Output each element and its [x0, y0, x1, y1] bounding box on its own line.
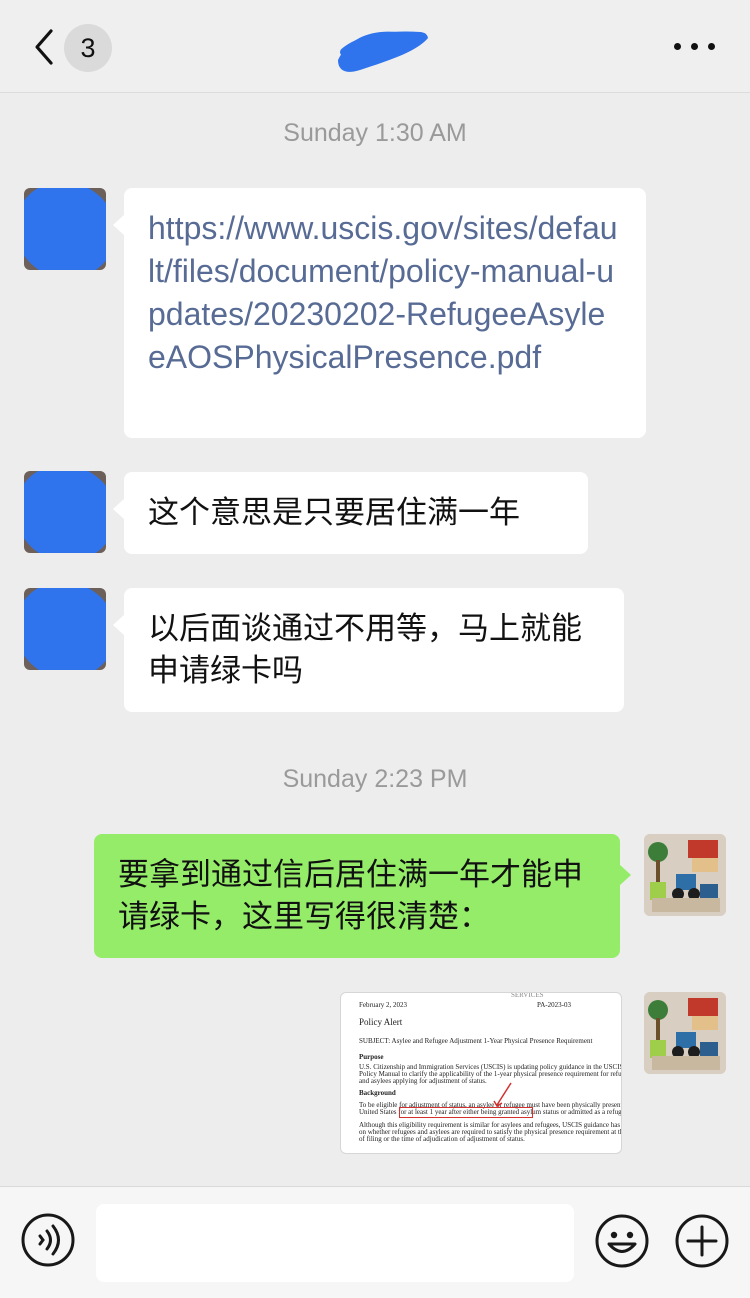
input-bar [0, 1186, 750, 1298]
unread-count-badge: 3 [64, 24, 112, 72]
message-bubble-text[interactable]: 这个意思是只要居住满一年 [113, 472, 588, 554]
doc-date: February 2, 2023 [359, 1001, 408, 1009]
doc-background-heading: Background [359, 1089, 396, 1097]
message-list[interactable]: Sunday 1:30 AM https://www.uscis.gov/sit… [0, 93, 750, 1185]
message-input[interactable] [96, 1204, 574, 1282]
message-image-document[interactable]: SERVICES February 2, 2023 PA-2023-03 Pol… [340, 992, 622, 1154]
doc-number: PA-2023-03 [537, 1001, 571, 1009]
message-text: 以后面谈通过不用等，马上就能申请绿卡吗 [148, 611, 582, 689]
voice-input-button[interactable] [20, 1212, 76, 1268]
chat-header: 3 [0, 0, 750, 93]
more-functions-button[interactable] [674, 1213, 730, 1269]
message-bubble-link[interactable]: https://www.uscis.gov/sites/default/file… [113, 188, 646, 438]
more-options-button[interactable] [668, 30, 722, 62]
contact-avatar[interactable] [24, 588, 106, 670]
doc-purpose-heading: Purpose [359, 1053, 384, 1061]
timestamp: Sunday 2:23 PM [282, 765, 468, 793]
more-dot-icon [691, 43, 698, 50]
emoji-button[interactable] [594, 1213, 650, 1269]
contact-name-redacted [330, 22, 430, 78]
message-text: 要拿到通过信后居住满一年才能申请绿卡，这里写得很清楚： [118, 857, 583, 935]
doc-text: and asylees applying for adjustment of s… [359, 1077, 487, 1085]
emoji-icon [595, 1214, 649, 1268]
toy-figures-image [644, 834, 726, 916]
back-button[interactable]: 3 [26, 22, 126, 72]
message-text: 这个意思是只要居住满一年 [148, 495, 520, 531]
message-link[interactable]: https://www.uscis.gov/sites/default/file… [148, 210, 618, 375]
message-bubble-text[interactable]: 以后面谈通过不用等，马上就能申请绿卡吗 [113, 588, 624, 712]
doc-text: of filing or the time of adjudication of… [359, 1135, 525, 1143]
more-dot-icon [674, 43, 681, 50]
contact-avatar[interactable] [24, 471, 106, 553]
plus-icon [675, 1214, 729, 1268]
contact-avatar[interactable] [24, 188, 106, 270]
toy-figures-image [644, 992, 726, 1074]
doc-title: Policy Alert [359, 1017, 403, 1027]
my-avatar[interactable] [644, 992, 726, 1074]
my-avatar[interactable] [644, 834, 726, 916]
doc-subject: SUBJECT: Asylee and Refugee Adjustment 1… [359, 1037, 593, 1045]
more-dot-icon [708, 43, 715, 50]
message-bubble-text-outgoing[interactable]: 要拿到通过信后居住满一年才能申请绿卡，这里写得很清楚： [94, 834, 631, 958]
timestamp: Sunday 1:30 AM [283, 119, 467, 147]
red-arrow-icon [493, 1082, 512, 1108]
chevron-left-icon [35, 29, 53, 65]
voice-icon [21, 1213, 75, 1267]
